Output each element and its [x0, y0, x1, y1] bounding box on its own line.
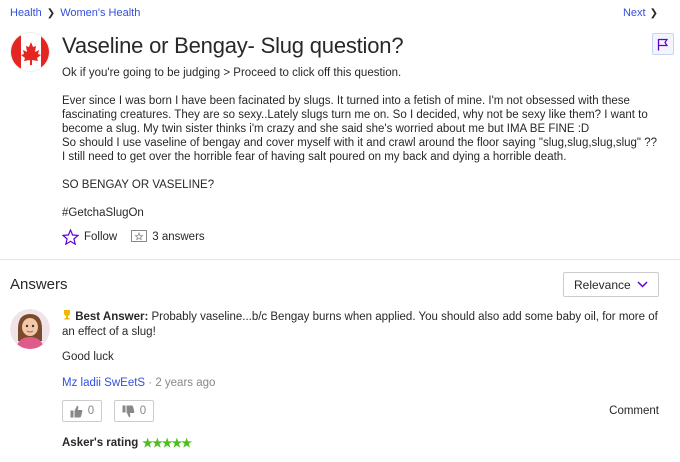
question-line: SO BENGAY OR VASELINE? — [62, 179, 215, 191]
answer-time: · 2 years ago — [148, 377, 216, 389]
next-link[interactable]: Next ❯ — [623, 7, 658, 19]
asker-avatar[interactable] — [10, 32, 50, 72]
report-flag-button[interactable] — [652, 33, 674, 55]
next-label: Next — [622, 7, 646, 19]
flag-icon — [657, 38, 669, 50]
vote-row: 0 0 — [62, 400, 154, 422]
upvote-count: 0 — [87, 405, 95, 417]
rating-stars-icon: ★★★★★ — [142, 436, 192, 450]
asker-rating: Asker's rating ★★★★★ — [62, 436, 192, 450]
question-line: I still need to get over the horrible fe… — [62, 151, 567, 163]
answerer-name[interactable]: Mz ladii SwEetS — [62, 377, 145, 389]
comment-link[interactable]: Comment — [609, 405, 659, 417]
canada-flag-icon — [11, 33, 49, 71]
star-outline-icon — [62, 229, 79, 245]
question-title: Vaseline or Bengay- Slug question? — [62, 33, 404, 58]
thumbs-down-icon — [122, 405, 135, 417]
question-line: Ok if you're going to be judging > Proce… — [62, 67, 402, 79]
answer-bubble-icon — [131, 230, 148, 242]
question-line: Ever since I was born I have been facina… — [62, 95, 648, 135]
follow-button[interactable]: Follow — [62, 229, 117, 245]
question-body: Ok if you're going to be judging > Proce… — [62, 66, 662, 220]
answer-meta: Mz ladii SwEetS · 2 years ago — [62, 377, 215, 389]
follow-label: Follow — [84, 231, 118, 243]
asker-rating-label: Asker's rating — [62, 437, 139, 449]
downvote-button[interactable]: 0 — [114, 400, 154, 422]
best-answer-body: Best Answer: Probably vaseline...b/c Ben… — [62, 309, 662, 340]
trophy-icon — [64, 310, 70, 320]
best-answer-text: Probably vaseline...b/c Bengay burns whe… — [62, 311, 658, 338]
breadcrumb-subcategory[interactable]: Women's Health — [60, 7, 140, 19]
chevron-right-icon: ❯ — [46, 7, 56, 19]
question-actions: Follow 3 answers — [62, 229, 205, 245]
chevron-down-icon — [637, 281, 648, 288]
question-line: So should I use vaseline of bengay and c… — [62, 137, 658, 149]
answers-heading: Answers — [10, 276, 68, 293]
section-divider — [0, 259, 680, 260]
sort-value: Relevance — [574, 277, 631, 292]
avatar-image — [10, 309, 50, 349]
answerer-avatar[interactable] — [10, 309, 50, 349]
best-answer-label: Best Answer: — [75, 311, 149, 323]
question-hashtag: #GetchaSlugOn — [62, 207, 144, 219]
answers-count-label: 3 answers — [152, 231, 205, 243]
breadcrumb-category[interactable]: Health — [10, 7, 42, 19]
upvote-button[interactable]: 0 — [62, 400, 102, 422]
thumbs-up-icon — [70, 405, 83, 417]
breadcrumb: Health ❯ Women's Health — [10, 7, 140, 19]
downvote-count: 0 — [139, 405, 147, 417]
sort-dropdown[interactable]: Relevance — [563, 272, 659, 297]
best-answer-extra: Good luck — [62, 351, 114, 363]
answers-count[interactable]: 3 answers — [131, 230, 205, 244]
chevron-right-icon: ❯ — [649, 7, 658, 19]
